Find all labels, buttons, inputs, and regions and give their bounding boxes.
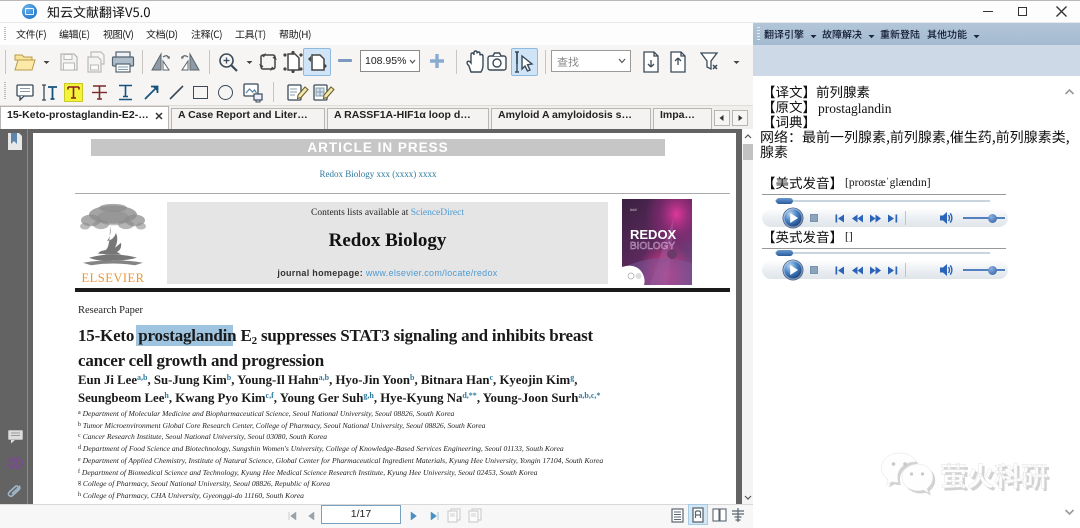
svg-text:REDOX: REDOX — [630, 227, 677, 242]
svg-text:BIOLOGY: BIOLOGY — [630, 241, 675, 252]
svg-text:###: ### — [630, 207, 637, 212]
